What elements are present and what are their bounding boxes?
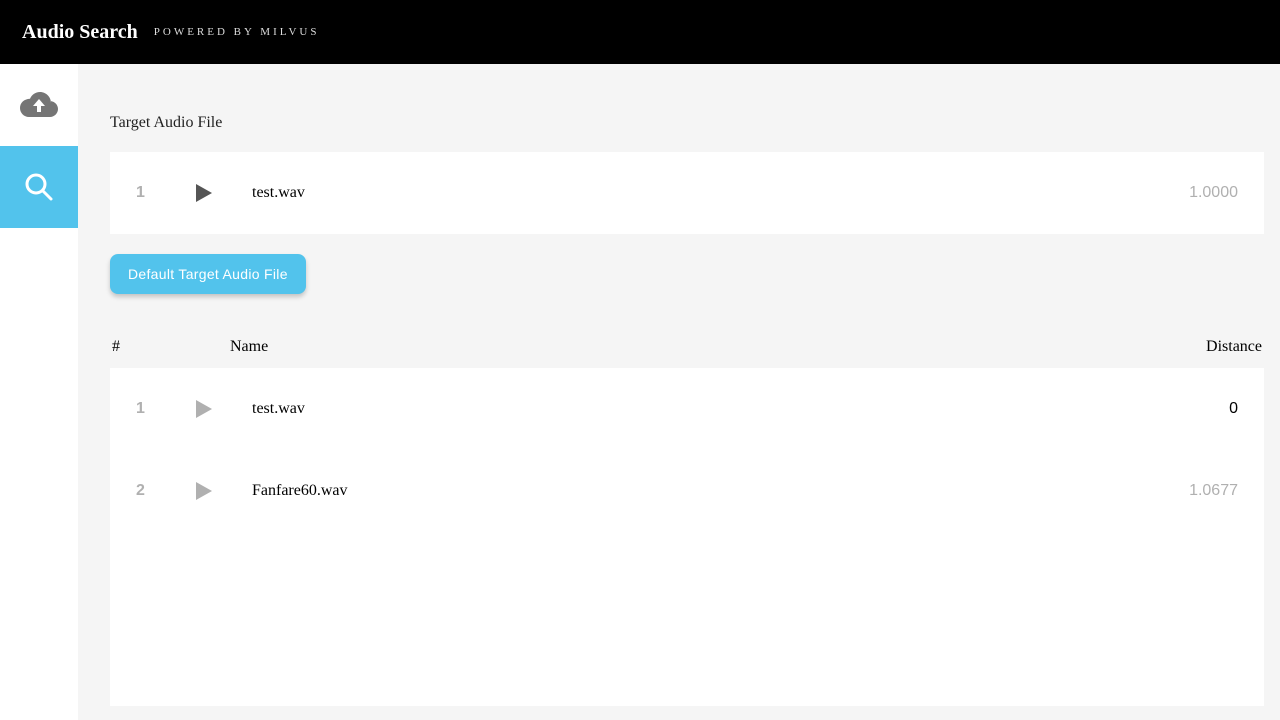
target-section-label: Target Audio File xyxy=(110,114,1264,132)
result-row: 1 test.wav 0 xyxy=(110,368,1264,450)
result-filename: test.wav xyxy=(252,400,1229,418)
play-icon xyxy=(196,482,212,500)
result-play-button[interactable] xyxy=(196,400,252,418)
target-index: 1 xyxy=(136,184,196,202)
sidebar xyxy=(0,64,78,720)
play-icon xyxy=(196,184,212,202)
sidebar-item-upload[interactable] xyxy=(0,64,78,146)
target-filename: test.wav xyxy=(252,184,1189,202)
results-list: 1 test.wav 0 2 Fanfare60.wav 1.0677 xyxy=(110,368,1264,706)
result-distance: 0 xyxy=(1229,400,1238,418)
target-audio-card: 1 test.wav 1.0000 xyxy=(110,152,1264,234)
column-name: Name xyxy=(230,338,1206,356)
result-play-button[interactable] xyxy=(196,482,252,500)
column-index: # xyxy=(112,338,230,356)
result-row: 2 Fanfare60.wav 1.0677 xyxy=(110,450,1264,532)
result-index: 1 xyxy=(136,400,196,418)
app-subtitle: POWERED BY MILVUS xyxy=(154,26,320,38)
sidebar-item-search[interactable] xyxy=(0,146,78,228)
target-distance: 1.0000 xyxy=(1189,184,1238,202)
upload-cloud-icon xyxy=(19,91,59,119)
search-icon xyxy=(23,171,55,203)
results-header: # Name Distance xyxy=(110,338,1264,368)
app-title: Audio Search xyxy=(22,21,138,44)
app-header: Audio Search POWERED BY MILVUS xyxy=(0,0,1280,64)
default-target-button[interactable]: Default Target Audio File xyxy=(110,254,306,294)
result-index: 2 xyxy=(136,482,196,500)
column-distance: Distance xyxy=(1206,338,1262,356)
main-content: Target Audio File 1 test.wav 1.0000 Defa… xyxy=(78,64,1280,720)
play-icon xyxy=(196,400,212,418)
target-play-button[interactable] xyxy=(196,184,252,202)
result-filename: Fanfare60.wav xyxy=(252,482,1189,500)
result-distance: 1.0677 xyxy=(1189,482,1238,500)
